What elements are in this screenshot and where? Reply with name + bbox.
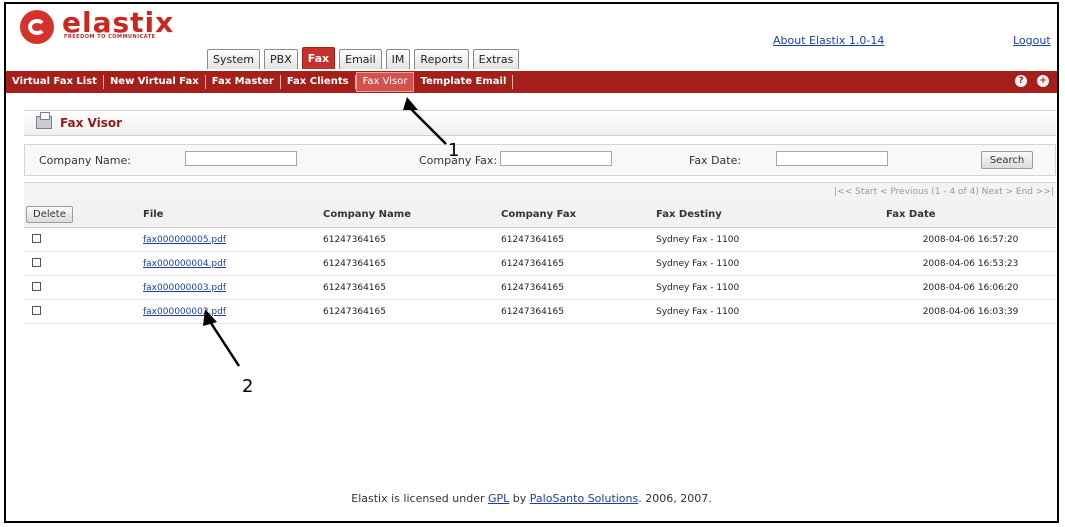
- annotation-overlay: [203, 97, 447, 367]
- callout-label-1: 1: [448, 140, 460, 161]
- footer-prefix: Elastix is licensed under: [351, 492, 488, 505]
- footer: Elastix is licensed under GPL by PaloSan…: [6, 492, 1057, 505]
- callout-arrow-2: [203, 309, 241, 367]
- callout-label-2: 2: [242, 376, 254, 397]
- footer-suffix: . 2006, 2007.: [638, 492, 712, 505]
- callout-arrow-1: [403, 97, 447, 145]
- app-window: elastix FREEDOM TO COMMUNICATE About Ela…: [4, 2, 1059, 523]
- gpl-link[interactable]: GPL: [488, 492, 509, 505]
- palosanto-link[interactable]: PaloSanto Solutions: [530, 492, 638, 505]
- footer-middle: by: [509, 492, 530, 505]
